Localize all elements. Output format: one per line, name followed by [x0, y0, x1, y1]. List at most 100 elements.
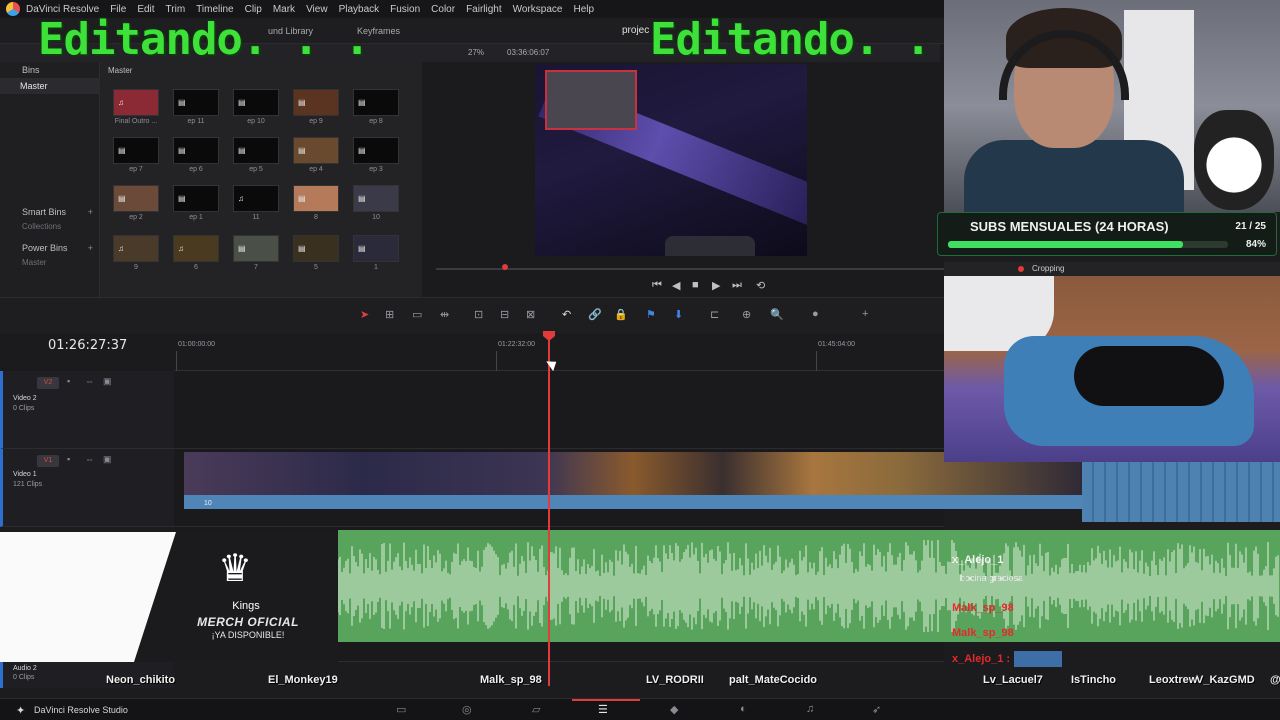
pool-clip-thumb[interactable]: ▤: [233, 89, 279, 116]
dynamic-trim-icon[interactable]: ⇹: [440, 308, 449, 321]
skip-back-icon[interactable]: ⏮: [652, 279, 662, 292]
skip-forward-icon[interactable]: ⏭: [732, 279, 742, 292]
viewer-name: Lv_Lacuel7: [983, 674, 1043, 686]
track-lane-v2[interactable]: [174, 371, 944, 449]
auto-select-icon[interactable]: ⇔: [85, 454, 94, 464]
track-visibility-icon[interactable]: ▣: [103, 454, 112, 465]
edit-page-icon[interactable]: ☰: [598, 703, 608, 716]
track-visibility-icon[interactable]: ▣: [103, 376, 112, 387]
video-clip-icon: ▤: [358, 194, 366, 203]
pool-clip-thumb[interactable]: ▤: [233, 235, 279, 262]
trim-tool-icon[interactable]: ⊞: [385, 308, 394, 321]
media-page-icon[interactable]: ▭: [396, 703, 406, 716]
add-power-bin-icon[interactable]: +: [88, 240, 93, 256]
power-bin-master[interactable]: Master: [0, 256, 99, 270]
pool-clip-thumb[interactable]: ♫: [173, 235, 219, 262]
viewer-zoom[interactable]: 27%: [468, 48, 484, 57]
inspector-cropping-tab[interactable]: Cropping: [944, 262, 1280, 276]
viewer-name: @: [1270, 674, 1280, 686]
viewer-scrub-playhead[interactable]: [502, 264, 508, 270]
viewer-frame-hud: [665, 236, 755, 256]
cut-page-icon[interactable]: ◎: [462, 703, 472, 716]
linked-selection-icon[interactable]: 🔗: [588, 308, 602, 321]
menu-workspace[interactable]: Workspace: [513, 4, 563, 15]
marker-icon[interactable]: ⬇: [674, 308, 683, 321]
viewer-frame[interactable]: [535, 64, 807, 256]
fusion-page-icon[interactable]: ◆: [670, 703, 678, 716]
pool-clip-label: 7: [254, 264, 258, 271]
pool-clip-label: ep 2: [129, 214, 143, 221]
timeline-playhead[interactable]: [548, 334, 550, 686]
blade-tool-icon[interactable]: ▭: [412, 308, 422, 321]
timeline-toolbar: ➤ ⊞ ▭ ⇹ ⊡ ⊟ ⊠ ↶ 🔗 🔒 ⚑ ⬇ ⊏ ⊕ 🔍 ● +: [0, 297, 944, 333]
lock-track-icon[interactable]: ▪: [67, 376, 70, 386]
fairlight-page-icon[interactable]: ♫: [806, 703, 814, 715]
auto-select-icon[interactable]: ⇔: [85, 376, 94, 386]
pool-clip-thumb[interactable]: ▤: [353, 137, 399, 164]
menu-edit[interactable]: Edit: [137, 4, 154, 15]
bin-master[interactable]: Master: [0, 78, 99, 94]
pool-clip-thumb[interactable]: ▤: [173, 137, 219, 164]
selection-tool-icon[interactable]: ➤: [360, 308, 369, 321]
menu-mark[interactable]: Mark: [273, 4, 295, 15]
zoom-custom-icon[interactable]: 🔍: [770, 308, 784, 321]
menu-clip[interactable]: Clip: [245, 4, 262, 15]
pool-clip-thumb[interactable]: ▤: [173, 185, 219, 212]
pool-clip-thumb[interactable]: ♫: [233, 185, 279, 212]
pool-clip-thumb[interactable]: ▤: [293, 137, 339, 164]
pool-clip-thumb[interactable]: ▤: [113, 185, 159, 212]
pool-clip-thumb[interactable]: ▤: [113, 137, 159, 164]
stop-icon[interactable]: ■: [692, 279, 699, 291]
zoom-full-icon[interactable]: ⊏: [710, 308, 719, 321]
pool-clip-thumb[interactable]: ▤: [233, 137, 279, 164]
lock-icon[interactable]: 🔒: [614, 308, 628, 321]
pool-clip-thumb[interactable]: ▤: [353, 89, 399, 116]
play-icon[interactable]: ▶: [712, 279, 720, 292]
zoom-slider-icon[interactable]: ●: [812, 308, 819, 320]
menu-fusion[interactable]: Fusion: [390, 4, 420, 15]
menu-trim[interactable]: Trim: [166, 4, 186, 15]
pool-clip-thumb[interactable]: ♫: [113, 235, 159, 262]
collections-item[interactable]: Collections: [0, 220, 99, 234]
pool-clip-label: ep 10: [247, 118, 265, 125]
viewer-scrubber[interactable]: [436, 268, 988, 270]
replace-clip-icon[interactable]: ⊠: [526, 308, 535, 321]
insert-clip-icon[interactable]: ⊡: [474, 308, 483, 321]
loop-icon[interactable]: ⟲: [756, 279, 765, 292]
video-clip-icon: ▤: [238, 146, 246, 155]
pool-clip-thumb[interactable]: ▤: [173, 89, 219, 116]
flag-icon[interactable]: ⚑: [646, 308, 656, 321]
play-reverse-icon[interactable]: ◀: [672, 279, 680, 292]
menu-help[interactable]: Help: [573, 4, 594, 15]
lock-track-icon[interactable]: ▪: [67, 454, 70, 464]
viewer-name: El_Monkey19: [268, 674, 338, 686]
menu-timeline[interactable]: Timeline: [196, 4, 233, 15]
track-header-v2[interactable]: V2 ▪ ⇔ ▣ Video 2 0 Clips: [0, 371, 174, 449]
menu-fairlight[interactable]: Fairlight: [466, 4, 502, 15]
pool-clip-thumb[interactable]: ▤: [293, 89, 339, 116]
cropping-toggle-icon[interactable]: [1018, 266, 1024, 272]
menu-file[interactable]: File: [110, 4, 126, 15]
menu-color[interactable]: Color: [431, 4, 455, 15]
webcam-shirt: [964, 140, 1184, 212]
pool-clip-thumb[interactable]: ▤: [293, 185, 339, 212]
deliver-page-icon[interactable]: ➶: [872, 703, 881, 716]
zoom-detail-icon[interactable]: ⊕: [742, 308, 751, 321]
pool-clip-thumb[interactable]: ♫: [113, 89, 159, 116]
pool-clip-label: 11: [252, 214, 260, 221]
snapping-icon[interactable]: ↶: [562, 308, 571, 321]
zoom-in-icon[interactable]: +: [862, 308, 868, 320]
video-clip-v1-tail[interactable]: [1082, 452, 1280, 522]
track-header-v1[interactable]: V1 ▪ ⇔ ▣ Video 1 121 Clips: [0, 449, 174, 527]
pool-clip-thumb[interactable]: ▤: [353, 185, 399, 212]
add-smart-bin-icon[interactable]: +: [88, 204, 93, 220]
menu-view[interactable]: View: [306, 4, 328, 15]
menu-playback[interactable]: Playback: [339, 4, 380, 15]
color-page-icon[interactable]: ◐: [740, 703, 747, 715]
pool-clip-thumb[interactable]: ▤: [353, 235, 399, 262]
cut-page-alt-icon[interactable]: ▱: [532, 703, 540, 716]
pool-clip-thumb[interactable]: ▤: [293, 235, 339, 262]
overwrite-clip-icon[interactable]: ⊟: [500, 308, 509, 321]
track-tag-v1[interactable]: V1: [37, 455, 59, 467]
track-tag-v2[interactable]: V2: [37, 377, 59, 389]
